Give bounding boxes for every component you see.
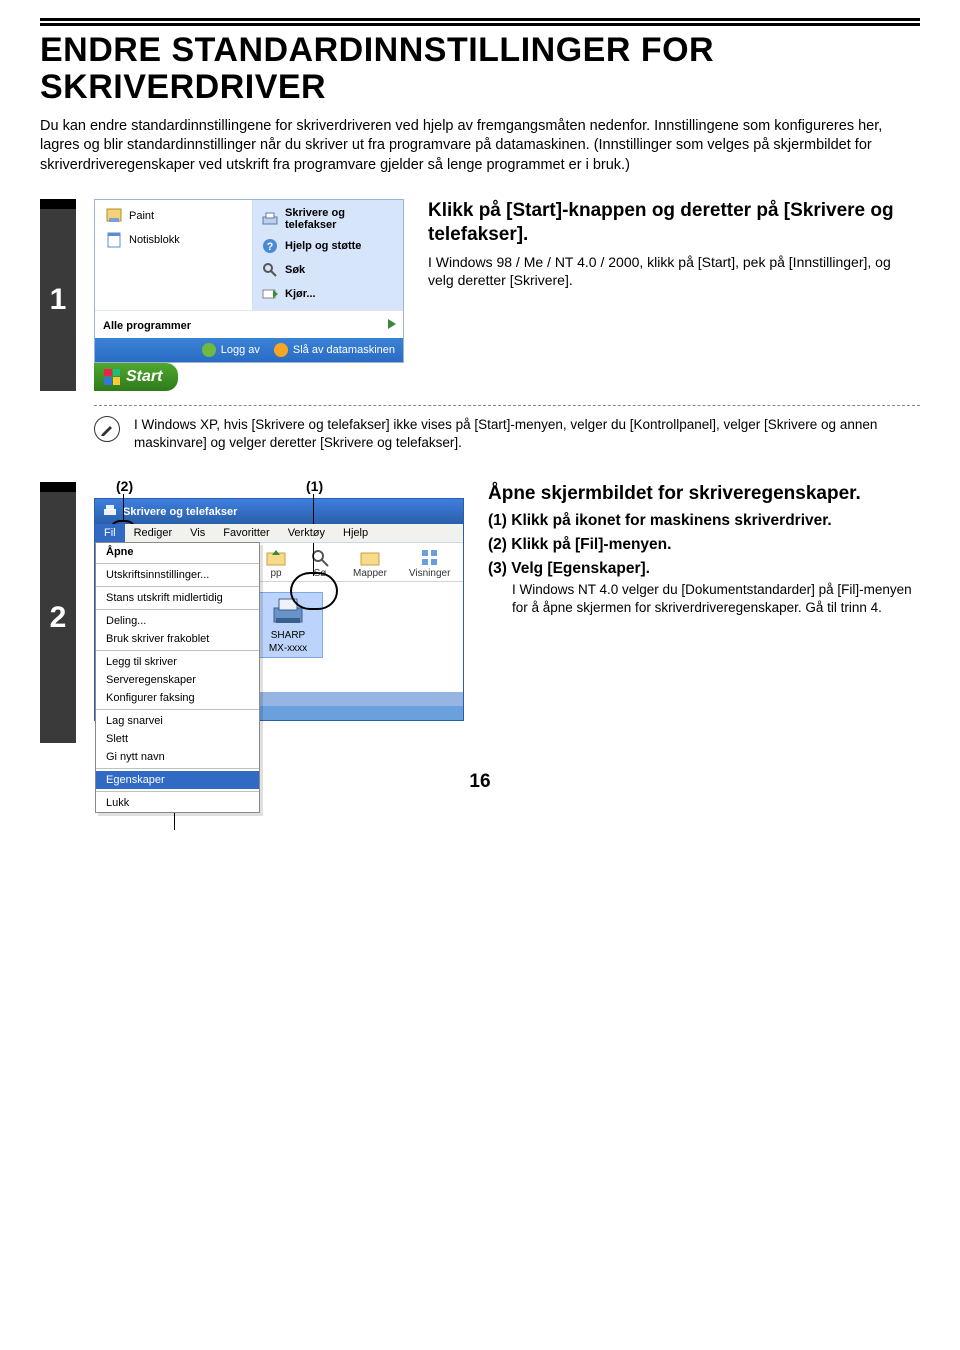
toolbar-views[interactable]: Visninger	[409, 547, 451, 579]
step-1-note-text: I Windows XP, hvis [Skrivere og telefaks…	[134, 416, 920, 452]
printer-model: MX-xxxx	[269, 643, 307, 654]
logoff-label: Logg av	[221, 344, 260, 356]
start-menu-footer: Logg av Slå av datamaskinen	[95, 338, 403, 362]
menu-rediger[interactable]: Rediger	[125, 524, 182, 542]
printers-window: Skrivere og telefakser Fil Rediger Vis F…	[94, 498, 464, 721]
menu-verktoy[interactable]: Verktøy	[279, 524, 334, 542]
search-icon	[261, 261, 279, 279]
intro-paragraph: Du kan endre standardinnstillingene for …	[40, 117, 920, 176]
printer-icon	[261, 210, 279, 228]
shutdown-label: Slå av datamaskinen	[293, 344, 395, 356]
step-2-sub1: (1) Klikk på ikonet for maskinens skrive…	[488, 512, 920, 530]
file-add-printer[interactable]: Legg til skriver	[96, 653, 259, 671]
file-configure-fax[interactable]: Konfigurer faksing	[96, 689, 259, 707]
toolbar-label: pp	[270, 568, 281, 579]
toolbar-label: Visninger	[409, 568, 451, 579]
file-shortcut[interactable]: Lag snarvei	[96, 712, 259, 730]
help-icon: ?	[261, 237, 279, 255]
printer-name: SHARP	[271, 630, 305, 641]
step-2-heading: Åpne skjermbildet for skriveregenskaper.	[488, 482, 920, 506]
file-server-props[interactable]: Serveregenskaper	[96, 671, 259, 689]
file-delete[interactable]: Slett	[96, 730, 259, 748]
file-close[interactable]: Lukk	[96, 794, 259, 812]
start-menu: Paint Notisblokk	[94, 199, 404, 363]
start-menu-run[interactable]: Kjør...	[259, 282, 397, 306]
svg-text:?: ?	[267, 241, 274, 253]
callout-line-2	[123, 494, 124, 520]
step-1: 1 Paint	[40, 199, 920, 391]
file-pause[interactable]: Stans utskrift midlertidig	[96, 589, 259, 607]
folders-icon	[359, 547, 381, 567]
top-rule	[40, 18, 920, 26]
start-menu-printers[interactable]: Skrivere og telefakser	[259, 204, 397, 234]
start-button-label: Start	[126, 368, 162, 386]
note-icon	[94, 416, 120, 442]
menu-vis[interactable]: Vis	[181, 524, 214, 542]
callout-1: (1)	[304, 478, 325, 494]
paint-icon	[105, 207, 123, 225]
step-2-sub3: (3) Velg [Egenskaper].	[488, 560, 920, 578]
step-2-number: 2	[40, 482, 76, 743]
window-title-text: Skrivere og telefakser	[123, 506, 237, 518]
menu-favoritter[interactable]: Favoritter	[214, 524, 278, 542]
toolbar-up[interactable]: pp	[265, 547, 287, 579]
file-sharing[interactable]: Deling...	[96, 612, 259, 630]
notepad-icon	[105, 231, 123, 249]
step-1-note: I Windows XP, hvis [Skrivere og telefaks…	[94, 405, 920, 452]
step-1-para: I Windows 98 / Me / NT 4.0 / 2000, klikk…	[428, 253, 920, 289]
shutdown-icon	[274, 343, 288, 357]
windows-flag-icon	[104, 369, 120, 385]
file-print-settings[interactable]: Utskriftsinnstillinger...	[96, 566, 259, 584]
run-icon	[261, 285, 279, 303]
start-menu-label: Kjør...	[285, 288, 316, 300]
logoff-icon	[202, 343, 216, 357]
folder-up-icon	[265, 547, 287, 567]
shutdown-button[interactable]: Slå av datamaskinen	[274, 343, 395, 357]
start-menu-help[interactable]: ? Hjelp og støtte	[259, 234, 397, 258]
step-1-screenshot: Paint Notisblokk	[94, 199, 404, 391]
step-1-number: 1	[40, 199, 76, 391]
step-2-para: I Windows NT 4.0 velger du [Dokumentstan…	[512, 581, 920, 616]
callout-2: (2)	[114, 478, 135, 494]
start-menu-label: Skrivere og telefakser	[285, 207, 395, 231]
page-title: ENDRE STANDARDINNSTILLINGER FOR SKRIVERD…	[40, 32, 920, 107]
all-programs-label: Alle programmer	[103, 320, 191, 332]
menubar: Fil Rediger Vis Favoritter Verktøy Hjelp…	[95, 524, 463, 543]
window-content: SHARP MX-xxxx	[245, 582, 463, 692]
callout-circle-1	[290, 572, 338, 610]
start-menu-item-paint[interactable]: Paint	[103, 204, 246, 228]
all-programs[interactable]: Alle programmer	[95, 310, 403, 338]
toolbar-folders[interactable]: Mapper	[353, 547, 387, 579]
printer-icon	[103, 503, 117, 520]
file-offline[interactable]: Bruk skriver frakoblet	[96, 630, 259, 648]
views-icon	[419, 547, 441, 567]
start-menu-label: Hjelp og støtte	[285, 240, 361, 252]
fil-dropdown: Åpne Utskriftsinnstillinger... Stans uts…	[95, 542, 260, 813]
toolbar-label: Mapper	[353, 568, 387, 579]
start-menu-search[interactable]: Søk	[259, 258, 397, 282]
file-rename[interactable]: Gi nytt navn	[96, 748, 259, 766]
step-2-screenshot: (2) (1) Skrivere og telefakser Fil R	[94, 482, 464, 721]
start-menu-label: Paint	[129, 210, 154, 222]
start-menu-label: Notisblokk	[129, 234, 180, 246]
start-menu-label: Søk	[285, 264, 305, 276]
start-button[interactable]: Start	[94, 363, 178, 391]
menu-fil[interactable]: Fil	[95, 524, 125, 542]
file-open[interactable]: Åpne	[96, 543, 259, 561]
menu-hjelp[interactable]: Hjelp	[334, 524, 377, 542]
start-menu-item-notepad[interactable]: Notisblokk	[103, 228, 246, 252]
step-2-sub2: (2) Klikk på [Fil]-menyen.	[488, 536, 920, 554]
step-1-heading: Klikk på [Start]-knappen og deretter på …	[428, 199, 920, 247]
chevron-right-icon	[385, 317, 399, 334]
window-titlebar: Skrivere og telefakser	[95, 499, 463, 524]
step-2: 2 (2) (1) Skrivere og telefakser	[40, 482, 920, 743]
file-properties[interactable]: Egenskaper	[96, 771, 259, 789]
logoff-button[interactable]: Logg av	[202, 343, 260, 357]
